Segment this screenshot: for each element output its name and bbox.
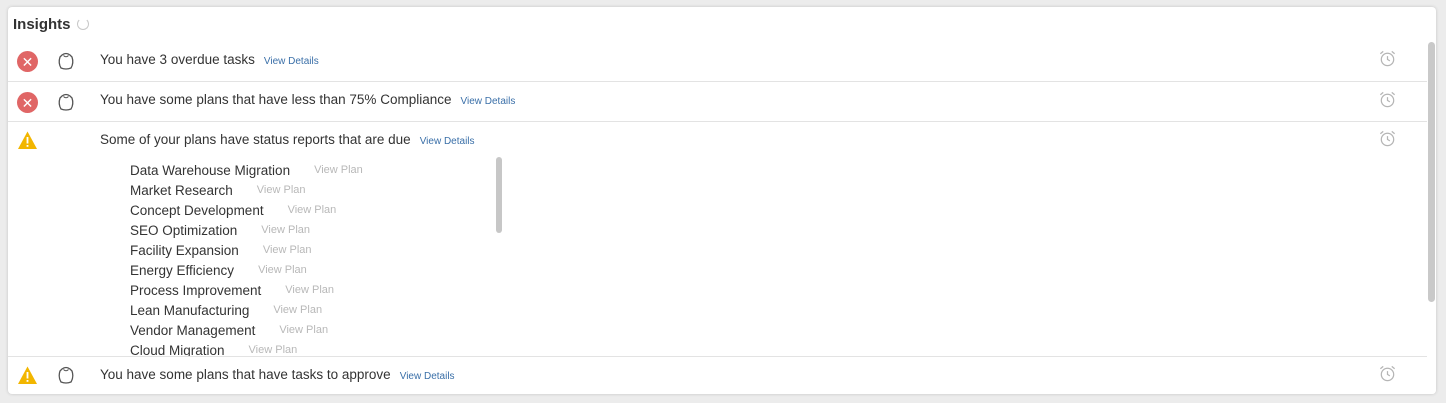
- plan-name: Energy Efficiency: [130, 262, 235, 278]
- plan-name: Process Improvement: [130, 282, 262, 298]
- view-details-link[interactable]: View Details: [264, 56, 319, 67]
- alarm-clock-icon[interactable]: [1378, 364, 1397, 383]
- view-plan-link[interactable]: View Plan: [257, 184, 306, 196]
- view-plan-link[interactable]: View Plan: [285, 284, 334, 296]
- insight-text: You have 3 overdue tasks: [100, 52, 255, 67]
- insight-row-overdue: ✕ You have 3 overdue tasks View Details: [8, 41, 1427, 82]
- insight-message: You have 3 overdue tasks View Details: [100, 52, 319, 67]
- plan-name: Market Research: [130, 182, 233, 198]
- warning-triangle-icon: [18, 131, 37, 149]
- warning-triangle-icon: [18, 366, 37, 384]
- plan-item: Energy Efficiency View Plan: [130, 260, 505, 280]
- insight-message: You have some plans that have less than …: [100, 92, 515, 107]
- plan-item: Process Improvement View Plan: [130, 280, 505, 300]
- insight-row-status-reports: Some of your plans have status reports t…: [8, 122, 1427, 357]
- view-plan-link[interactable]: View Plan: [273, 304, 322, 316]
- error-circle-icon: ✕: [17, 51, 38, 72]
- plan-item: Market Research View Plan: [130, 180, 505, 200]
- panel-scrollbar[interactable]: [1427, 41, 1436, 394]
- plan-name: Facility Expansion: [130, 242, 239, 258]
- view-plan-link[interactable]: View Plan: [249, 344, 298, 356]
- alarm-clock-icon[interactable]: [1378, 90, 1397, 109]
- error-circle-icon: ✕: [17, 92, 38, 113]
- plan-item: Concept Development View Plan: [130, 200, 505, 220]
- bag-icon: [58, 366, 74, 384]
- spinner-icon: [76, 18, 89, 30]
- plan-list-scrollbar[interactable]: [496, 157, 502, 233]
- view-plan-link[interactable]: View Plan: [314, 164, 363, 176]
- plan-item: Lean Manufacturing View Plan: [130, 300, 505, 320]
- view-details-link[interactable]: View Details: [460, 96, 515, 107]
- view-plan-link[interactable]: View Plan: [279, 324, 328, 336]
- view-plan-link[interactable]: View Plan: [288, 204, 337, 216]
- plan-name: Cloud Migration: [130, 342, 225, 357]
- plan-name: Data Warehouse Migration: [130, 162, 291, 178]
- plan-item: SEO Optimization View Plan: [130, 220, 505, 240]
- plan-name: Lean Manufacturing: [130, 302, 250, 318]
- plan-name: SEO Optimization: [130, 222, 238, 238]
- insight-text: You have some plans that have less than …: [100, 92, 452, 107]
- alarm-clock-icon[interactable]: [1378, 129, 1397, 148]
- insight-row-approve: You have some plans that have tasks to a…: [8, 357, 1427, 394]
- plan-name: Vendor Management: [130, 322, 256, 338]
- insights-panel: Insights ✕ You have 3 overdue tasks View…: [8, 7, 1436, 394]
- panel-header: Insights: [13, 14, 89, 34]
- plan-item: Cloud Migration View Plan: [130, 340, 505, 357]
- view-plan-link[interactable]: View Plan: [261, 224, 310, 236]
- view-details-link[interactable]: View Details: [420, 136, 475, 147]
- view-plan-link[interactable]: View Plan: [263, 244, 312, 256]
- insight-row-compliance: ✕ You have some plans that have less tha…: [8, 82, 1427, 122]
- insight-text: You have some plans that have tasks to a…: [100, 367, 391, 382]
- plan-item: Vendor Management View Plan: [130, 320, 505, 340]
- view-details-link[interactable]: View Details: [400, 371, 455, 382]
- panel-title: Insights: [13, 15, 71, 33]
- view-plan-link[interactable]: View Plan: [258, 264, 307, 276]
- bag-icon: [58, 52, 74, 70]
- plan-list: Data Warehouse Migration View Plan Market…: [130, 160, 505, 357]
- plan-item: Data Warehouse Migration View Plan: [130, 160, 505, 180]
- insight-text: Some of your plans have status reports t…: [100, 132, 411, 147]
- scrollbar-thumb[interactable]: [1428, 42, 1435, 302]
- alarm-clock-icon[interactable]: [1378, 49, 1397, 68]
- insight-message: Some of your plans have status reports t…: [100, 132, 475, 147]
- plan-name: Concept Development: [130, 202, 264, 218]
- plan-item: Facility Expansion View Plan: [130, 240, 505, 260]
- insight-message: You have some plans that have tasks to a…: [100, 367, 455, 382]
- bag-icon: [58, 93, 74, 111]
